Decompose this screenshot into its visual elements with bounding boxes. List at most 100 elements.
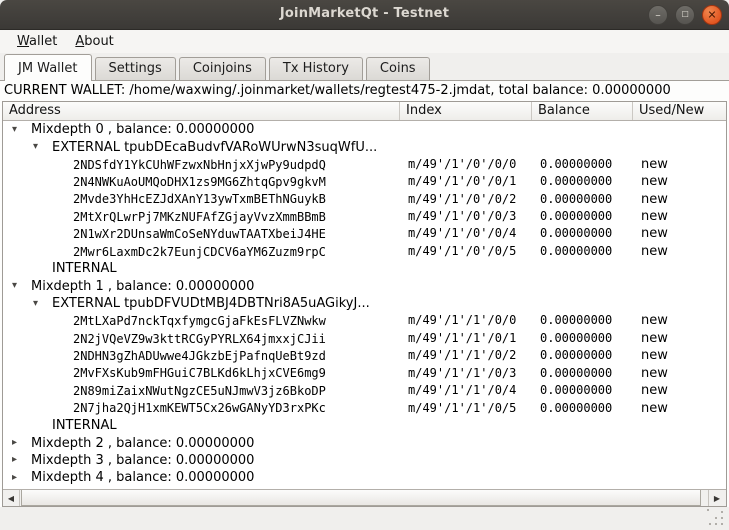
tree-row[interactable]: 2NDSfdY1YkCUhWFzwxNbHnjxXjwPy9udpdQm/49'… (3, 156, 726, 173)
status-cell: new (641, 330, 668, 347)
branch-label: EXTERNAL tpubDEcaBudvfVARoWUrwN3suqWfU..… (52, 140, 377, 155)
column-header-address[interactable]: Address (3, 102, 400, 120)
status-cell: new (641, 312, 668, 329)
tree-row[interactable]: 2N7jha2QjH1xmKEWT5Cx26wGANyYD3rxPKcm/49'… (3, 400, 726, 417)
address-cell: 2N1wXr2DUnsaWmCoSeNYduwTAATXbeiJ4HE (73, 227, 326, 241)
tree-row[interactable]: ▸Mixdepth 2 , balance: 0.00000000 (3, 434, 726, 451)
branch-label: EXTERNAL tpubDFVUDtMBJ4DBTNri8A5uAGikyJ.… (52, 296, 370, 311)
mixdepth-label: Mixdepth 1 , balance: 0.00000000 (31, 279, 254, 294)
tab-settings[interactable]: Settings (95, 57, 176, 80)
menu-item-about[interactable]: About (66, 31, 122, 52)
index-cell: m/49'/1'/1'/0/4 (408, 382, 516, 399)
scrollbar-thumb[interactable] (21, 490, 701, 506)
close-button[interactable]: ✕ (702, 5, 722, 25)
minimize-icon: – (655, 9, 661, 20)
index-cell: m/49'/1'/1'/0/5 (408, 400, 516, 417)
balance-cell: 0.00000000 (540, 208, 612, 225)
address-cell: 2NDHN3gZhADUwwe4JGkzbEjPafnqUeBt9zd (73, 349, 326, 363)
status-cell: new (641, 156, 668, 173)
status-cell: new (641, 365, 668, 382)
status-cell: new (641, 382, 668, 399)
address-cell: 2NDSfdY1YkCUhWFzwxNbHnjxXjwPy9udpdQ (73, 158, 326, 172)
balance-cell: 0.00000000 (540, 312, 612, 329)
wallet-tree: Address Index Balance Used/New ▾Mixdepth… (2, 101, 727, 507)
maximize-icon: ◻ (681, 10, 688, 19)
balance-cell: 0.00000000 (540, 191, 612, 208)
tree-row[interactable]: ▸Mixdepth 3 , balance: 0.00000000 (3, 452, 726, 469)
column-header-used-new[interactable]: Used/New (633, 102, 726, 120)
scroll-left-icon[interactable]: ◀ (3, 490, 20, 506)
tree-row[interactable]: 2Mvde3YhHcEZJdXAnY13ywTxmBEThNGuykBm/49'… (3, 191, 726, 208)
window-controls: – ◻ ✕ (648, 5, 722, 25)
horizontal-scrollbar[interactable]: ◀ ▶ (3, 489, 726, 506)
tree-row[interactable]: INTERNAL (3, 417, 726, 434)
status-cell: new (641, 208, 668, 225)
tab-tx-history[interactable]: Tx History (269, 57, 363, 80)
expander-icon[interactable]: ▸ (11, 455, 31, 465)
scroll-right-icon[interactable]: ▶ (708, 490, 725, 506)
index-cell: m/49'/1'/0'/0/5 (408, 243, 516, 260)
address-cell: 2N89miZaixNWutNgzCE5uNJmwV3jz6BkoDP (73, 384, 326, 398)
tree-row[interactable]: 2N89miZaixNWutNgzCE5uNJmwV3jz6BkoDP m/49'… (3, 382, 726, 399)
tree-row[interactable]: ▾Mixdepth 1 , balance: 0.00000000 (3, 278, 726, 295)
address-cell: 2Mvde3YhHcEZJdXAnY13ywTxmBEThNGuykB (73, 192, 326, 206)
tree-row[interactable]: INTERNAL (3, 260, 726, 277)
balance-cell: 0.00000000 (540, 382, 612, 399)
status-cell: new (641, 173, 668, 190)
index-cell: m/49'/1'/1'/0/0 (408, 312, 516, 329)
branch-label: INTERNAL (52, 261, 117, 276)
jm-wallet-tab-page: CURRENT WALLET: /home/waxwing/.joinmarke… (0, 80, 729, 507)
expander-icon[interactable]: ▾ (11, 125, 31, 135)
index-cell: m/49'/1'/0'/0/3 (408, 208, 516, 225)
column-header-index[interactable]: Index (400, 102, 532, 120)
status-cell: new (641, 400, 668, 417)
expander-icon[interactable]: ▾ (32, 299, 52, 309)
window-bottom-margin (0, 507, 729, 530)
tree-row[interactable]: 2N1wXr2DUnsaWmCoSeNYduwTAATXbeiJ4HEm/49'… (3, 225, 726, 242)
tree-row[interactable]: 2MtLXaPd7nckTqxfymgcGjaFkEsFLVZNwkwm/49'… (3, 312, 726, 329)
tree-row[interactable]: ▾Mixdepth 0 , balance: 0.00000000 (3, 121, 726, 138)
maximize-button[interactable]: ◻ (675, 5, 695, 25)
close-icon: ✕ (707, 9, 716, 20)
index-cell: m/49'/1'/1'/0/2 (408, 347, 516, 364)
mixdepth-label: Mixdepth 4 , balance: 0.00000000 (31, 470, 254, 485)
status-cell: new (641, 347, 668, 364)
tree-row[interactable]: 2NDHN3gZhADUwwe4JGkzbEjPafnqUeBt9zd m/49'… (3, 347, 726, 364)
tree-rows: ▾Mixdepth 0 , balance: 0.00000000▾EXTERN… (3, 121, 726, 489)
status-cell: new (641, 191, 668, 208)
address-cell: 2MvFXsKub9mFHGuiC7BLKd6kLhjxCVE6mg9 (73, 366, 326, 380)
tree-row[interactable]: ▾EXTERNAL tpubDFVUDtMBJ4DBTNri8A5uAGikyJ… (3, 295, 726, 312)
expander-icon[interactable]: ▾ (11, 281, 31, 291)
tree-row[interactable]: ▸Mixdepth 4 , balance: 0.00000000 (3, 469, 726, 486)
current-wallet-banner: CURRENT WALLET: /home/waxwing/.joinmarke… (0, 81, 729, 98)
expander-icon[interactable]: ▸ (11, 473, 31, 483)
mixdepth-label: Mixdepth 2 , balance: 0.00000000 (31, 436, 254, 451)
address-cell: 2MtXrQLwrPj7MKzNUFAfZGjayVvzXmmBBmB (73, 210, 326, 224)
tree-header: Address Index Balance Used/New (3, 102, 726, 121)
titlebar[interactable]: JoinMarketQt - Testnet – ◻ ✕ (0, 0, 729, 30)
resize-grip-icon[interactable] (707, 509, 725, 527)
address-cell: 2N4NWKuAoUMQoDHX1zs9MG6ZhtqGpv9gkvM (73, 175, 326, 189)
tree-row[interactable]: ▾EXTERNAL tpubDEcaBudvfVARoWUrwN3suqWfU.… (3, 138, 726, 155)
tab-bar: JM WalletSettingsCoinjoinsTx HistoryCoin… (0, 53, 729, 80)
tab-coins[interactable]: Coins (366, 57, 430, 80)
index-cell: m/49'/1'/0'/0/1 (408, 173, 516, 190)
minimize-button[interactable]: – (648, 5, 668, 25)
tree-row[interactable]: 2MtXrQLwrPj7MKzNUFAfZGjayVvzXmmBBmB m/49'… (3, 208, 726, 225)
index-cell: m/49'/1'/1'/0/3 (408, 365, 516, 382)
balance-cell: 0.00000000 (540, 365, 612, 382)
tree-row[interactable]: 2N4NWKuAoUMQoDHX1zs9MG6ZhtqGpv9gkvM m/49'… (3, 173, 726, 190)
expander-icon[interactable]: ▸ (11, 438, 31, 448)
balance-cell: 0.00000000 (540, 400, 612, 417)
menu-item-wallet[interactable]: Wallet (8, 31, 66, 52)
column-header-balance[interactable]: Balance (532, 102, 633, 120)
tree-row[interactable]: 2MvFXsKub9mFHGuiC7BLKd6kLhjxCVE6mg9 m/49'… (3, 365, 726, 382)
window-title: JoinMarketQt - Testnet (0, 6, 729, 21)
balance-cell: 0.00000000 (540, 225, 612, 242)
tree-row[interactable]: 2Mwr6LaxmDc2k7EunjCDCV6aYM6Zuzm9rpCm/49'… (3, 243, 726, 260)
expander-icon[interactable]: ▾ (32, 142, 52, 152)
tree-row[interactable]: 2N2jVQeVZ9w3kttRCGyPYRLX64jmxxjCJiim/49'… (3, 330, 726, 347)
branch-label: INTERNAL (52, 418, 117, 433)
tab-coinjoins[interactable]: Coinjoins (179, 57, 266, 80)
tab-jm-wallet[interactable]: JM Wallet (4, 54, 92, 81)
